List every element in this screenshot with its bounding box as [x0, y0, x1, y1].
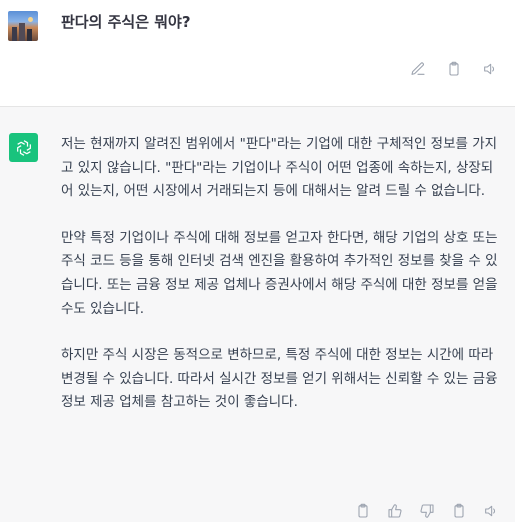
assistant-message-block: 저는 현재까지 알려진 범위에서 "판다"라는 기업에 대한 구체적인 정보를 … — [0, 107, 515, 522]
answer-paragraph-1: 저는 현재까지 알려진 범위에서 "판다"라는 기업에 대한 구체적인 정보를 … — [61, 136, 498, 200]
clipboard-icon[interactable] — [445, 60, 463, 78]
edit-icon[interactable] — [409, 60, 427, 78]
assistant-answer: 저는 현재까지 알려진 범위에서 "판다"라는 기업에 대한 구체적인 정보를 … — [61, 133, 501, 438]
clipboard-icon[interactable] — [451, 503, 467, 519]
user-avatar — [8, 11, 38, 41]
chatgpt-logo-icon — [9, 133, 38, 162]
user-message-text: 판다의 주식은 뭐야? — [61, 13, 191, 31]
user-message-actions — [409, 60, 499, 80]
answer-paragraph-3: 하지만 주식 시장은 동적으로 변하므로, 특정 주식에 대한 정보는 시간에 … — [61, 347, 498, 411]
assistant-message-actions — [355, 503, 499, 521]
clipboard-icon[interactable] — [355, 503, 371, 519]
speaker-icon[interactable] — [483, 503, 499, 519]
thumbs-down-icon[interactable] — [419, 503, 435, 519]
speaker-icon[interactable] — [481, 60, 499, 78]
thumbs-up-icon[interactable] — [387, 503, 403, 519]
user-message-block: 판다의 주식은 뭐야? — [0, 0, 515, 107]
answer-paragraph-2: 만약 특정 기업이나 주식에 대해 정보를 얻고자 한다면, 해당 기업의 상호… — [61, 229, 498, 317]
